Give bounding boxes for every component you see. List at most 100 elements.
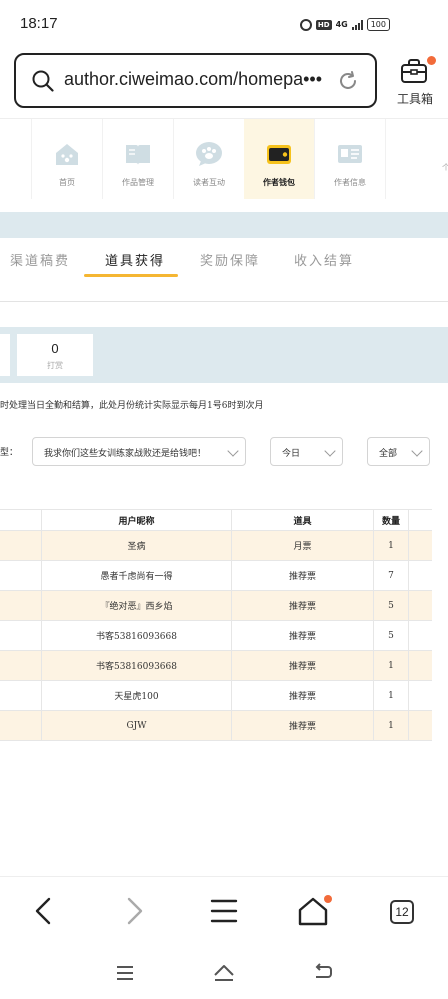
table-row: 书客53816093668 推荐票 1 (0, 651, 432, 681)
author-nav: 首页 作品管理 读者互动 作者钱包 作者信息 (0, 118, 448, 200)
chevron-down-icon (227, 445, 239, 457)
cell-extra (408, 711, 432, 740)
cell-nickname: GJW (41, 711, 231, 740)
nav-item-works[interactable]: 作品管理 (103, 119, 173, 199)
stat-tip-label: 打赏 (47, 361, 63, 370)
cell-item: 推荐票 (231, 591, 373, 620)
table-row: GJW 推荐票 1 (0, 711, 432, 741)
cell-extra (408, 561, 432, 590)
cell-nickname: 书客53816093668 (41, 621, 231, 650)
notification-dot (427, 56, 436, 65)
system-home-icon[interactable] (212, 961, 236, 983)
cell-extra (408, 531, 432, 560)
section-header-band (0, 212, 448, 238)
nav-item-home[interactable]: 首页 (32, 119, 102, 199)
nav-item-author-info[interactable]: 作者信息 (315, 119, 385, 199)
cell-count: 1 (373, 651, 408, 680)
menu-icon[interactable] (204, 891, 244, 931)
cell-nickname: 愚者千虑尚有一得 (41, 561, 231, 590)
toolbox-label: 工具箱 (396, 92, 433, 106)
header-count: 数量 (373, 510, 408, 530)
recent-apps-icon[interactable] (114, 962, 136, 984)
network-type: 4G (335, 20, 348, 29)
paw-chat-icon (196, 142, 222, 166)
cell-count: 7 (373, 561, 408, 590)
stat-card-tip: 0 打赏 (17, 334, 93, 376)
nav-label-works: 作品管理 (122, 178, 154, 187)
system-back-icon[interactable] (312, 961, 334, 983)
nav-item-readers[interactable]: 读者互动 (174, 119, 244, 199)
url-text[interactable]: author.ciweimao.com/homepa••• (64, 69, 322, 90)
cell-count: 1 (373, 681, 408, 710)
cell-nickname: 书客53816093668 (41, 651, 231, 680)
toolbox-icon (401, 59, 427, 83)
nav-label-home: 首页 (59, 178, 75, 187)
cell-item: 推荐票 (231, 621, 373, 650)
tab-item-gain[interactable]: 道具获得 (105, 250, 165, 269)
reload-icon[interactable] (337, 70, 359, 92)
cell-extra (408, 681, 432, 710)
chevron-down-icon (324, 445, 336, 457)
system-nav-bar (0, 950, 448, 999)
settlement-notice: 时处理当日全勤和结算，此处月份统计实际显示每月1号6时到次月 (0, 401, 264, 411)
header-nickname: 用户昵称 (41, 510, 231, 530)
tab-income-settlement[interactable]: 收入结算 (294, 250, 354, 269)
date-select[interactable]: 今日 (270, 437, 343, 466)
notification-dot (324, 895, 332, 903)
header-extra (408, 510, 432, 530)
cell-count: 5 (373, 621, 408, 650)
stat-tip-value: 0 (51, 341, 59, 356)
nav-label-wallet: 作者钱包 (263, 177, 295, 187)
cell-item: 推荐票 (231, 711, 373, 740)
book-select[interactable]: 我求你们这些女训练家战败还是给钱吧！ (32, 437, 246, 466)
cell-extra (408, 651, 432, 680)
browser-toolbar (0, 876, 448, 948)
search-icon (32, 70, 54, 92)
income-tabs: 渠道稿费 道具获得 奖励保障 收入结算 (0, 238, 448, 302)
nav-label-readers: 读者互动 (193, 178, 225, 187)
nav-item-wallet[interactable]: 作者钱包 (244, 119, 314, 199)
wallet-icon (267, 145, 291, 164)
date-select-value: 今日 (282, 449, 301, 459)
table-row: 天星虎100 推荐票 1 (0, 681, 432, 711)
cell-nickname: 天星虎100 (41, 681, 231, 710)
nav-label-author-info: 作者信息 (334, 178, 366, 187)
cell-extra (408, 621, 432, 650)
table-row: 『绝对恶』西乡焰 推荐票 5 (0, 591, 432, 621)
cell-item: 推荐票 (231, 561, 373, 590)
signal-icon (351, 19, 363, 30)
toolbox-button[interactable]: 工具箱 (390, 56, 440, 110)
home-icon (56, 144, 78, 165)
hd-icon: HD (315, 19, 332, 30)
cell-nickname: 『绝对恶』西乡焰 (41, 591, 231, 620)
status-bar: 18:17 HD 4G 100 (0, 0, 448, 48)
chevron-down-icon (411, 445, 423, 457)
cell-item: 推荐票 (231, 651, 373, 680)
status-icons: HD 4G 100 (299, 18, 390, 31)
cell-count: 1 (373, 711, 408, 740)
tab-channel-fee[interactable]: 渠道稿费 (10, 250, 70, 269)
type-select-value: 全部 (379, 449, 398, 459)
status-time: 18:17 (20, 15, 58, 32)
table-header: 用户昵称 道具 数量 (0, 509, 432, 531)
forward-icon[interactable] (114, 891, 154, 931)
header-item: 道具 (231, 510, 373, 530)
back-icon[interactable] (24, 891, 64, 931)
cell-extra (408, 591, 432, 620)
address-bar[interactable]: author.ciweimao.com/homepa••• (14, 53, 377, 108)
cell-count: 1 (373, 531, 408, 560)
stats-band: 0 打赏 (0, 327, 448, 383)
table-row: 愚者千虑尚有一得 推荐票 7 (0, 561, 432, 591)
cell-nickname: 圣病 (41, 531, 231, 560)
nav-overflow-label: 个 (442, 163, 448, 172)
cell-item: 推荐票 (231, 681, 373, 710)
book-select-value: 我求你们这些女训练家战败还是给钱吧！ (44, 449, 207, 459)
table-row: 书客53816093668 推荐票 5 (0, 621, 432, 651)
filter-type-label: 型： (0, 448, 19, 458)
tab-reward-guarantee[interactable]: 奖励保障 (200, 250, 260, 269)
type-select[interactable]: 全部 (367, 437, 430, 466)
battery-icon: 100 (366, 18, 390, 31)
alarm-icon (299, 18, 312, 31)
cell-count: 5 (373, 591, 408, 620)
tab-switcher-button[interactable]: 12 (390, 900, 414, 924)
